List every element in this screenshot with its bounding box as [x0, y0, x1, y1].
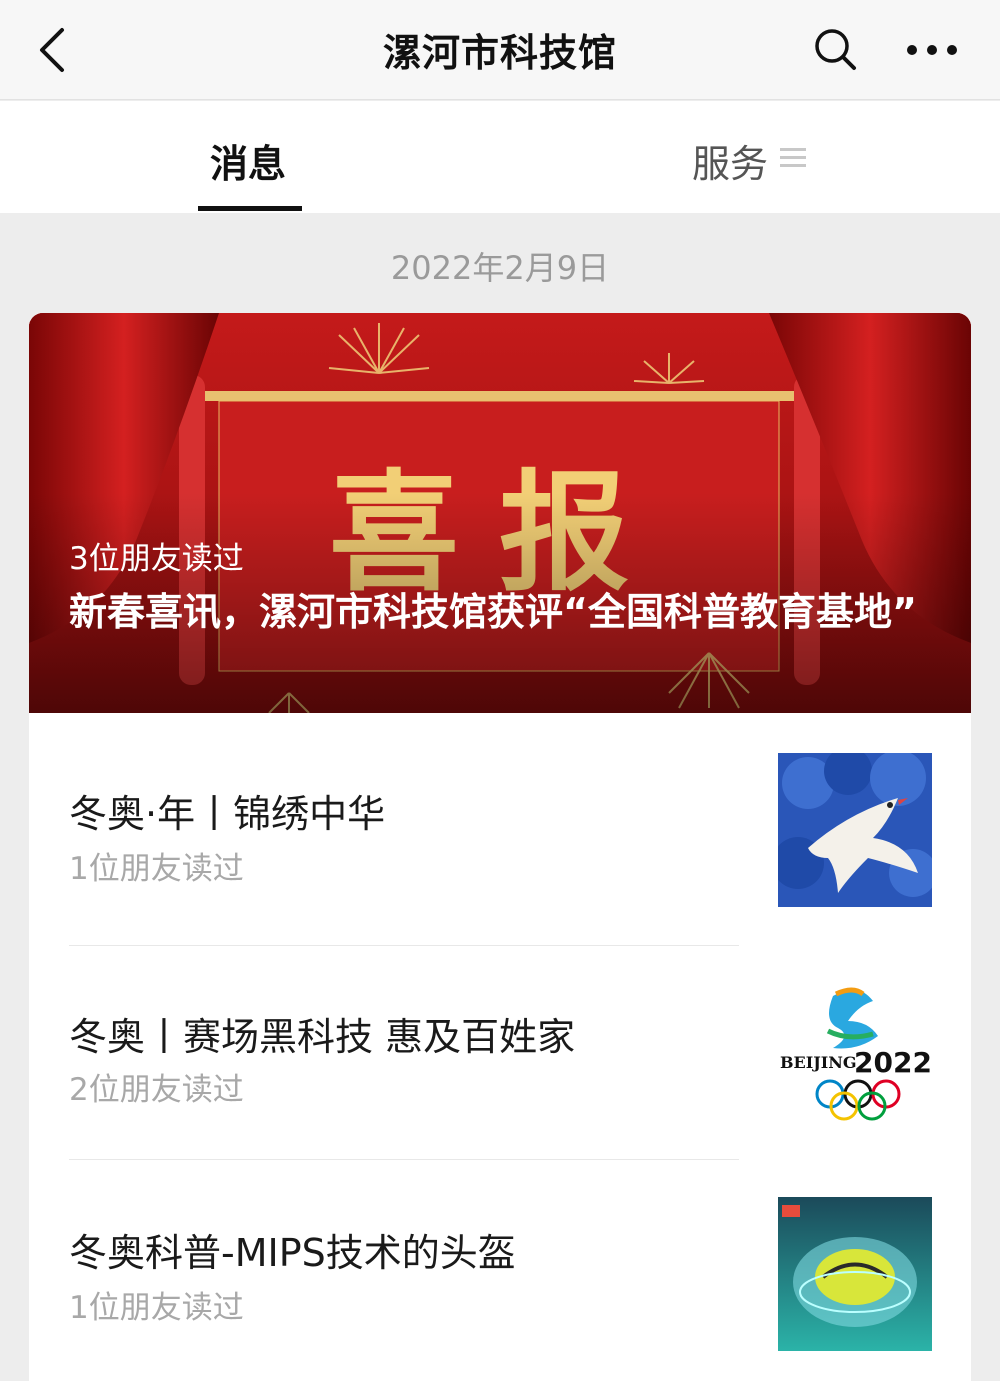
tab-bar: 消息 服务: [0, 101, 1000, 213]
article-read-count: 2位朋友读过: [69, 1072, 244, 1108]
search-icon[interactable]: [808, 22, 864, 78]
article-title: 冬奥·年丨锦绣中华: [69, 792, 386, 836]
more-dots-icon[interactable]: [900, 26, 964, 74]
menu-lines-icon[interactable]: [780, 146, 806, 170]
list-item[interactable]: 冬奥科普-MIPS技术的头盔 1位朋友读过: [29, 1160, 971, 1381]
tab-active-indicator: [198, 206, 302, 211]
article-read-count: 1位朋友读过: [69, 851, 244, 887]
hero-article[interactable]: 喜报 3位朋友读过 新春喜讯，漯河市科技馆获评“全国科普教育基地”: [29, 313, 971, 713]
hero-read-count: 3位朋友读过: [69, 541, 244, 577]
article-read-count: 1位朋友读过: [69, 1290, 244, 1326]
tab-messages[interactable]: 消息: [210, 133, 286, 188]
beijing-2022-logo: BEIJING 2022: [778, 976, 932, 1130]
helmet-thumbnail: [778, 1197, 932, 1351]
article-title: 冬奥科普-MIPS技术的头盔: [69, 1231, 516, 1275]
list-item[interactable]: 冬奥·年丨锦绣中华 1位朋友读过: [29, 713, 971, 946]
article-title: 冬奥丨赛场黑科技 惠及百姓家: [69, 1015, 576, 1059]
logo-text: BEIJING: [780, 1053, 857, 1072]
tab-services[interactable]: 服务: [692, 133, 768, 188]
hero-banner-image: 喜报: [29, 313, 971, 713]
dove-thumbnail: [778, 753, 932, 907]
feed-date: 2022年2月9日: [390, 249, 610, 287]
list-item[interactable]: 冬奥丨赛场黑科技 惠及百姓家 2位朋友读过 BEIJING 2022: [29, 946, 971, 1168]
logo-year: 2022: [854, 1046, 932, 1079]
article-card: 喜报 3位朋友读过 新春喜讯，漯河市科技馆获评“全国科普教育基地” 冬奥·年丨锦…: [29, 313, 971, 1381]
hero-title: 新春喜讯，漯河市科技馆获评“全国科普教育基地”: [69, 590, 917, 634]
nav-bar: 漯河市科技馆: [0, 0, 1000, 100]
